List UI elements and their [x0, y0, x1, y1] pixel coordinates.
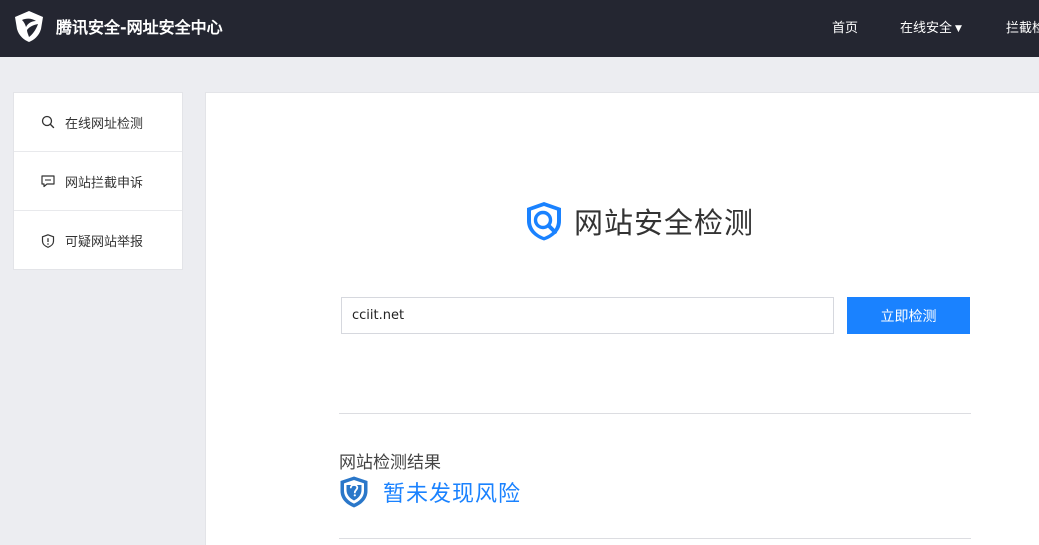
top-navigation-bar: 腾讯安全-网址安全中心 首页 在线安全 ▼ 拦截检: [0, 0, 1039, 57]
security-scan-icon: [527, 202, 561, 241]
nav-block[interactable]: 拦截检: [1006, 17, 1039, 36]
sidebar-item-appeal[interactable]: 网站拦截申诉: [14, 152, 182, 211]
sidebar-item-report[interactable]: 可疑网站举报: [14, 211, 182, 270]
sidebar-item-label: 网站拦截申诉: [65, 175, 144, 191]
sidebar-item-label: 可疑网站举报: [65, 235, 144, 250]
nav-block-label: 拦截检: [1006, 21, 1039, 36]
result-status-row: 暂未发现风险: [339, 475, 521, 509]
sidebar: 在线网址检测 网站拦截申诉 可疑网站举报: [13, 92, 183, 270]
main-panel: 网站安全检测 立即检测 网站检测结果 暂未发现风险: [205, 92, 1039, 545]
site-brand-title[interactable]: 腾讯安全-网址安全中心: [56, 14, 223, 38]
nav-home-label: 首页: [832, 21, 859, 36]
page-header: 网站安全检测: [522, 199, 754, 243]
divider: [339, 538, 971, 539]
check-now-button[interactable]: 立即检测: [847, 297, 970, 334]
sidebar-item-label: 在线网址检测: [65, 116, 144, 132]
nav-online-security[interactable]: 在线安全 ▼: [900, 17, 962, 36]
nav-online-security-label: 在线安全: [900, 21, 953, 36]
url-input[interactable]: [341, 297, 834, 334]
result-title: 网站检测结果: [339, 453, 441, 473]
shield-question-icon: [340, 476, 368, 508]
nav-home[interactable]: 首页: [832, 17, 858, 36]
result-status: 暂未发现风险: [383, 482, 522, 507]
page-title: 网站安全检测: [574, 206, 755, 240]
tencent-security-logo-icon[interactable]: [12, 9, 46, 43]
caret-down-icon: ▼: [955, 24, 962, 34]
divider: [339, 413, 971, 414]
search-icon: [41, 115, 55, 129]
shield-alert-icon: [41, 233, 55, 248]
chat-icon: [41, 175, 55, 188]
sidebar-item-url-check[interactable]: 在线网址检测: [14, 93, 182, 152]
